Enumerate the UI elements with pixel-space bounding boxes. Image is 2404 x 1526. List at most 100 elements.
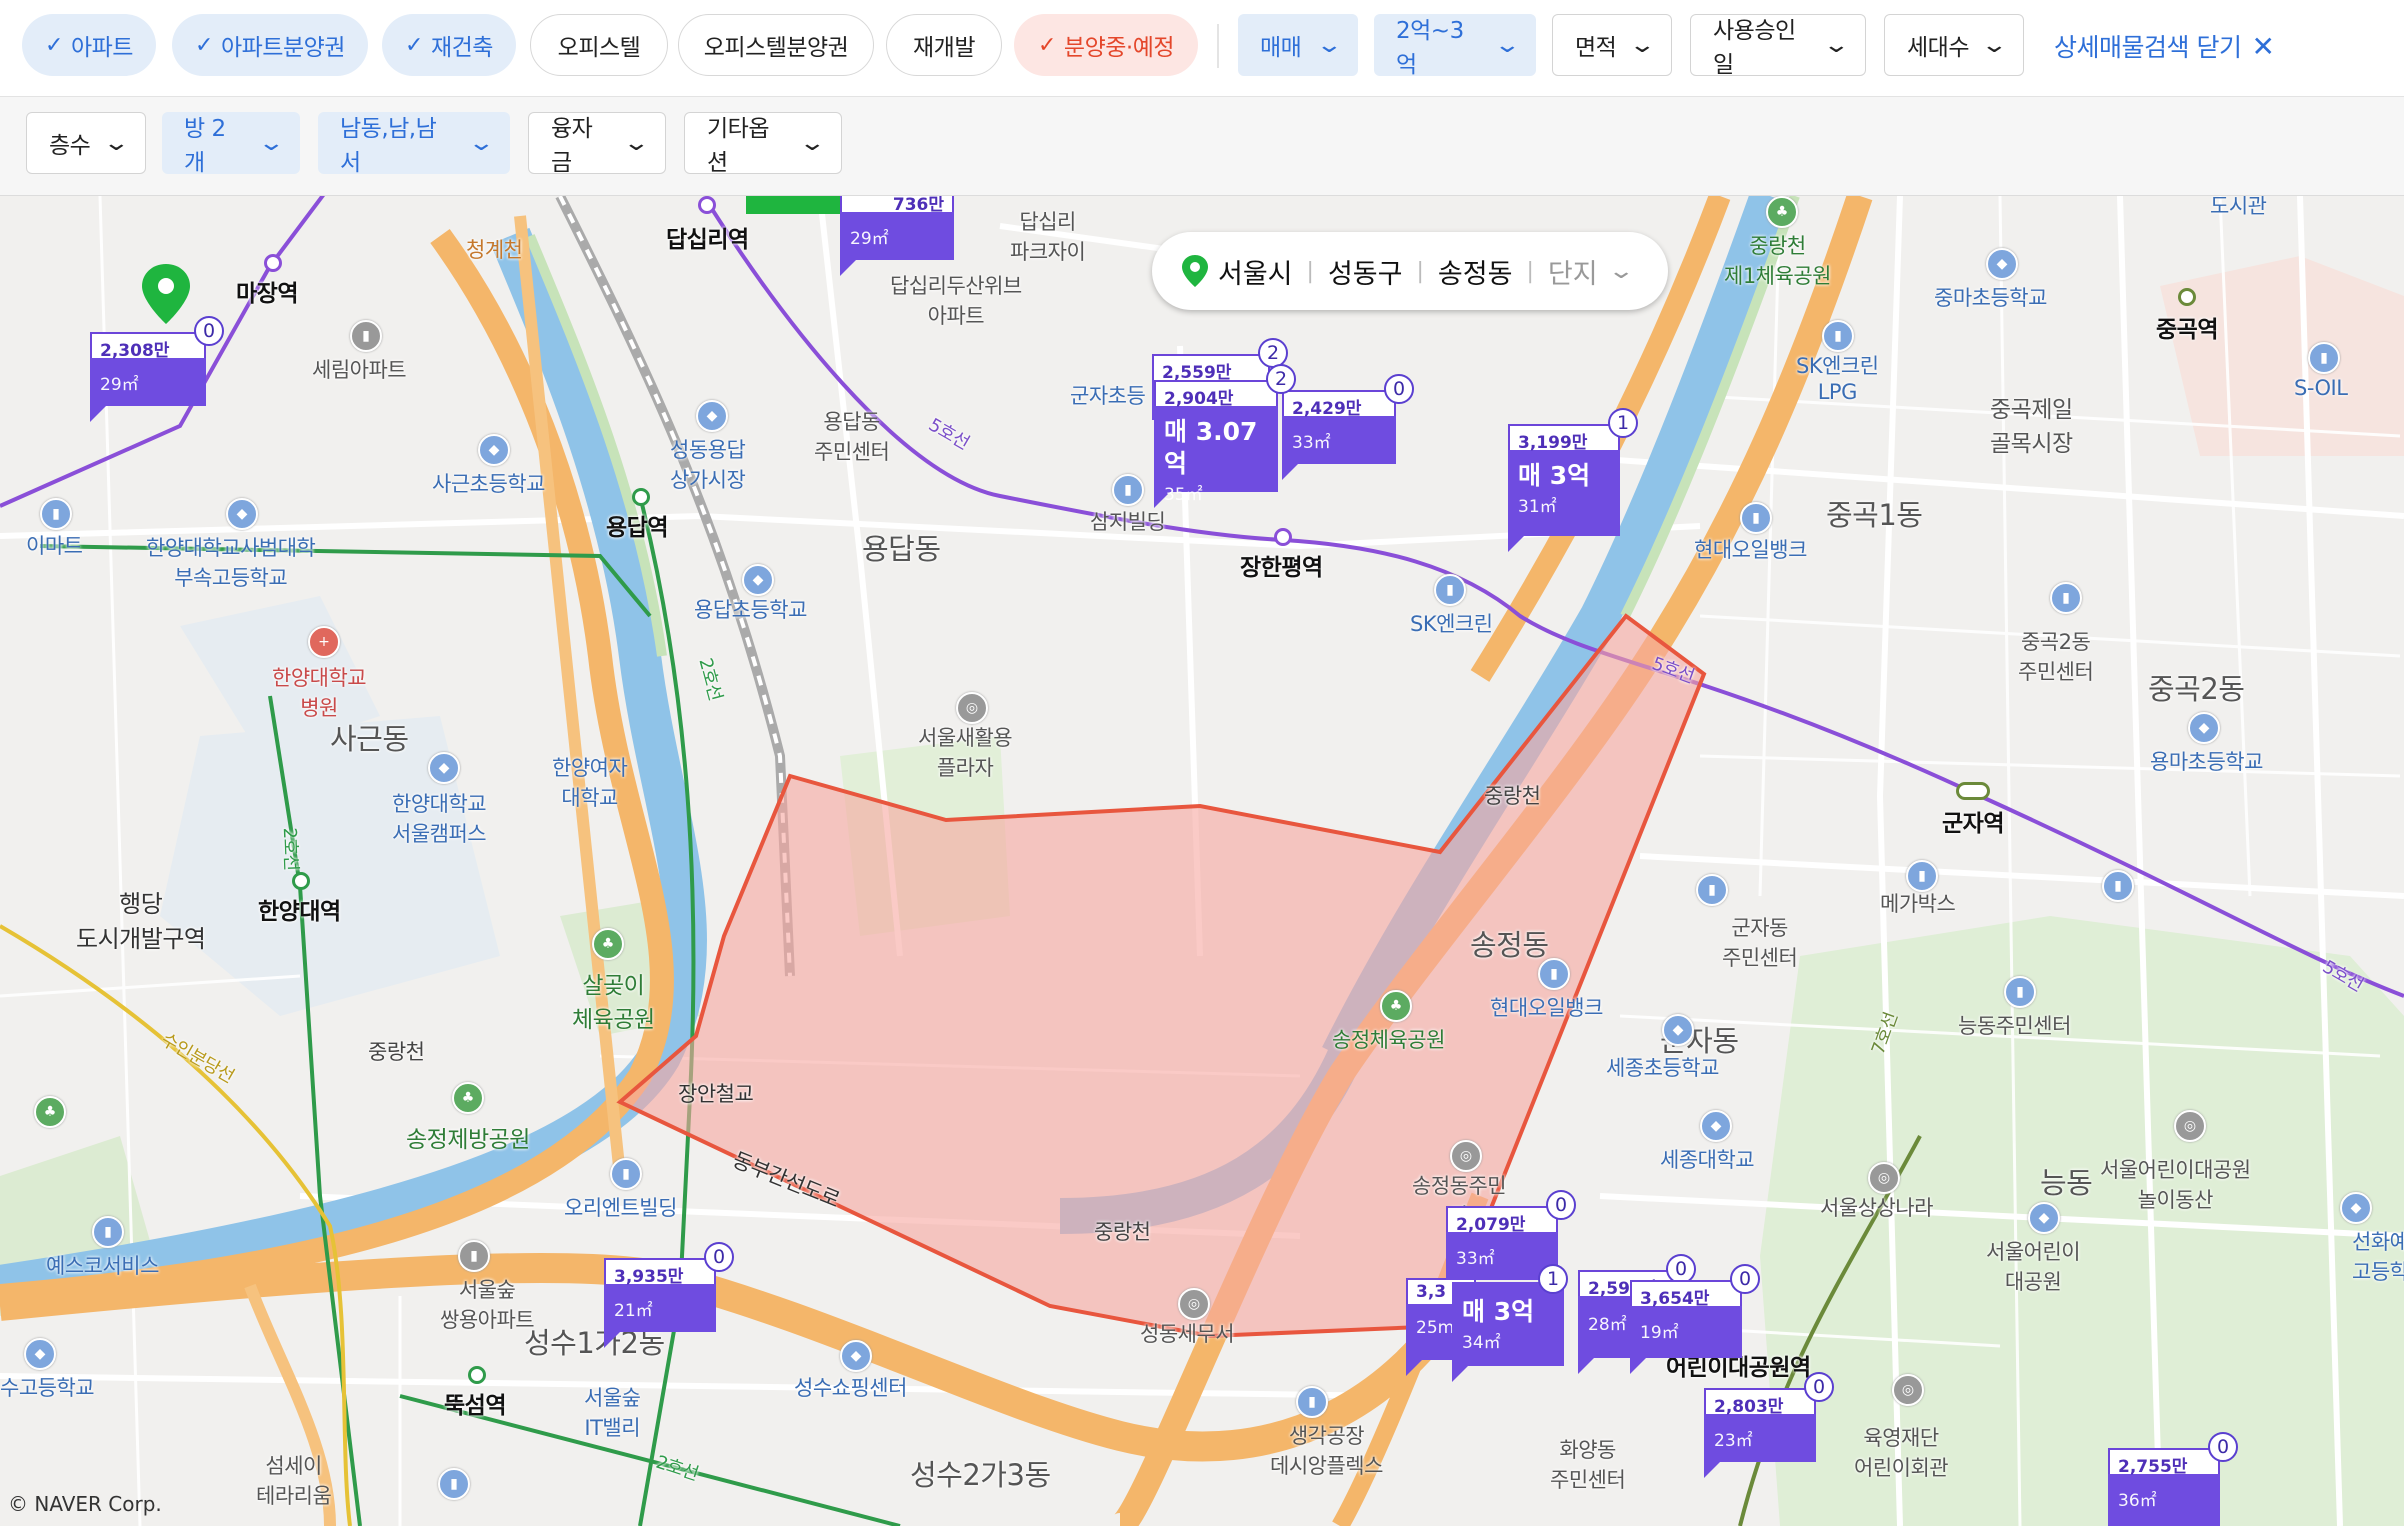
chevron-down-icon: ⌄: [467, 130, 496, 156]
chevron-down-icon: ⌄: [1606, 258, 1635, 284]
chip-reconstruction[interactable]: ✓ 재건축: [382, 14, 516, 76]
place-label: 능동주민센터: [1958, 1014, 2071, 1038]
station-label[interactable]: 한양대역: [258, 892, 341, 926]
marker-tail: [1630, 1358, 1646, 1374]
office-icon: ▮: [2050, 582, 2082, 614]
place-label: S-OIL: [2294, 376, 2348, 400]
listing-marker[interactable]: 2,904만 매 3.07억 35㎡ 2: [1154, 364, 1296, 508]
school-icon: ◆: [1662, 1014, 1694, 1046]
dropdown-price-range[interactable]: 2억~3억 ⌄: [1374, 14, 1536, 78]
school-icon: ◆: [2340, 1192, 2372, 1224]
place-label: 중곡제일 골목시장: [1990, 397, 2073, 457]
road-label: 중랑천: [368, 1040, 425, 1064]
dropdown-floor[interactable]: 층수 ⌄: [26, 112, 146, 174]
dropdown-trade-type[interactable]: 매매 ⌄: [1238, 14, 1358, 76]
dropdown-households[interactable]: 세대수 ⌄: [1884, 14, 2024, 76]
marker-price-per: 2,308만: [90, 332, 206, 361]
breadcrumb-city[interactable]: 서울시: [1218, 252, 1293, 291]
location-breadcrumb[interactable]: 서울시 | 성동구 | 송정동 | 단지 ⌄: [1152, 232, 1668, 310]
dropdown-label: 기타옵션: [707, 116, 769, 176]
station-label[interactable]: 마장역: [236, 274, 298, 308]
road-label: 중랑천: [1484, 784, 1541, 808]
chip-apartment[interactable]: ✓ 아파트: [22, 14, 156, 76]
park-icon: ♣: [34, 1096, 66, 1128]
place-label: 서울상상나라: [1820, 1196, 1933, 1220]
marker-tail: [1452, 1366, 1468, 1382]
marker-price-per: 3,654만: [1630, 1280, 1742, 1309]
station-label[interactable]: 용답역: [606, 508, 668, 542]
gas-station-icon: ▮: [2308, 342, 2340, 374]
dropdown-rooms[interactable]: 방 2개 ⌄: [162, 112, 300, 176]
listing-marker[interactable]: 2,429만 33㎡ 0: [1282, 374, 1414, 480]
listing-marker[interactable]: 3,654만 19㎡ 0: [1630, 1264, 1760, 1374]
place-label: 수고등학교: [0, 1376, 95, 1400]
chip-presale-upcoming[interactable]: ✓ 분양중·예정: [1014, 14, 1198, 76]
dropdown-approval-date[interactable]: 사용승인일 ⌄: [1690, 14, 1866, 78]
station-label[interactable]: 군자역: [1942, 804, 2004, 838]
park-icon: ♣: [1380, 990, 1412, 1022]
line-label: 2호선: [278, 827, 302, 871]
listing-marker[interactable]: 2,308만 29㎡ 0: [90, 316, 224, 422]
school-icon: ◆: [24, 1338, 56, 1370]
filter-bar-primary: ✓ 아파트 ✓ 아파트분양권 ✓ 재건축 오피스텔 오피스텔분양권 재개발 ✓ …: [0, 0, 2404, 97]
map-canvas[interactable]: 서울시 | 성동구 | 송정동 | 단지 ⌄ 용답동 사근동 성수1가2동 성수…: [0, 196, 2404, 1526]
chip-officetel[interactable]: 오피스텔: [530, 14, 668, 76]
chip-officetel-presale[interactable]: 오피스텔분양권: [678, 14, 874, 76]
dropdown-direction[interactable]: 남동,남,남서 ⌄: [318, 112, 510, 176]
amusement-icon: ◎: [2174, 1110, 2206, 1142]
dropdown-area[interactable]: 면적 ⌄: [1552, 14, 1672, 76]
place-label: 사근초등학교: [432, 472, 545, 496]
place-label: 성동세무서: [1140, 1322, 1235, 1346]
landmark-icon: ◎: [1892, 1374, 1924, 1406]
chip-label: 아파트: [70, 35, 133, 61]
marker-tail: [1406, 1360, 1422, 1376]
marker-tail: [90, 406, 106, 422]
marker-price-per: 2,755만: [2108, 1448, 2220, 1477]
station-label[interactable]: 장한평역: [1240, 548, 1323, 582]
chevron-down-icon: ⌄: [622, 130, 651, 156]
place-label: 예스코서비스: [46, 1254, 159, 1278]
museum-icon: ◎: [1868, 1162, 1900, 1194]
station-label[interactable]: 중곡역: [2156, 310, 2218, 344]
station-label[interactable]: 답십리역: [666, 220, 749, 254]
chevron-down-icon: ⌄: [102, 130, 131, 156]
marker-price-per: 2,079만: [1446, 1206, 1558, 1235]
district-label: 사근동: [330, 722, 409, 756]
university-icon: ◆: [428, 752, 460, 784]
gas-station-icon: ▮: [1434, 574, 1466, 606]
listing-marker[interactable]: 3,199만 매 3억 31㎡ 1: [1508, 408, 1638, 552]
marker-area: 29㎡: [100, 375, 139, 395]
breadcrumb-complex[interactable]: 단지: [1548, 252, 1598, 291]
district-label: 성수2가3동: [910, 1458, 1051, 1492]
station-dot: [2178, 288, 2196, 306]
close-detail-search-button[interactable]: 상세매물검색 닫기 ✕: [2054, 28, 2275, 64]
station-label[interactable]: 뚝섬역: [444, 1386, 506, 1420]
marker-tail: [1704, 1462, 1720, 1478]
dropdown-other-options[interactable]: 기타옵션 ⌄: [684, 112, 842, 176]
place-label: 선화예술 고등학교: [2352, 1230, 2404, 1284]
marker-area: 21㎡: [614, 1301, 653, 1321]
university-icon: ◆: [1700, 1110, 1732, 1142]
listing-marker[interactable]: 736만 29㎡: [840, 196, 954, 276]
building-icon: ▮: [1296, 1386, 1328, 1418]
listing-marker[interactable]: 매 3억 34㎡ 1: [1452, 1264, 1568, 1382]
marker-price-per: 3,935만: [604, 1258, 716, 1287]
chip-apartment-presale[interactable]: ✓ 아파트분양권: [172, 14, 368, 76]
shopping-icon: ◆: [696, 400, 728, 432]
district-label: 행당 도시개발구역: [76, 890, 206, 953]
listing-marker[interactable]: 3,935만 21㎡ 0: [604, 1242, 734, 1348]
chevron-down-icon: ⌄: [798, 130, 827, 156]
breadcrumb-district[interactable]: 성동구: [1328, 252, 1403, 291]
listing-marker[interactable]: 2,755만 36㎡ 0: [2108, 1432, 2238, 1526]
station-dot: [632, 488, 650, 506]
place-label: SK엔크린 LPG: [1796, 354, 1879, 404]
place-label: 현대오일뱅크: [1694, 538, 1807, 562]
school-icon: ◆: [742, 564, 774, 596]
school-icon: ◆: [478, 434, 510, 466]
dropdown-loan[interactable]: 융자금 ⌄: [528, 112, 666, 176]
place-label: 중마초등학교: [1934, 286, 2047, 310]
listing-marker[interactable]: 2,803만 23㎡ 0: [1704, 1372, 1834, 1478]
breadcrumb-dong[interactable]: 송정동: [1438, 252, 1513, 291]
chip-redevelopment[interactable]: 재개발: [886, 14, 1002, 76]
park-icon: ♣: [1766, 196, 1798, 228]
